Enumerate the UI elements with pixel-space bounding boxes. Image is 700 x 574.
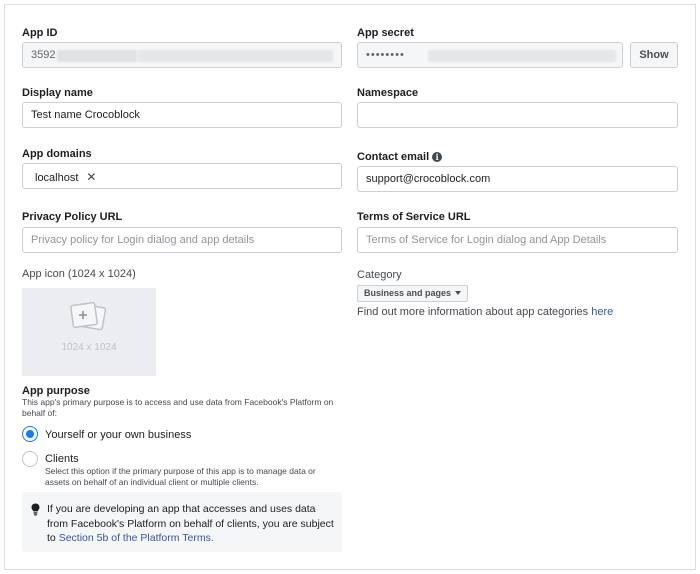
app-secret-field[interactable]: •••••••• (357, 42, 623, 68)
display-name-label: Display name (22, 87, 93, 99)
terms-of-service-input[interactable]: Terms of Service for Login dialog and Ap… (357, 227, 678, 253)
close-icon[interactable]: ✕ (86, 170, 96, 184)
app-icon-label: App icon (1024 x 1024) (22, 268, 136, 280)
radio-yourself[interactable] (22, 426, 38, 442)
image-placeholder-icon (70, 301, 107, 331)
radio-clients-description: Select this option if the primary purpos… (45, 466, 316, 487)
app-id-redacted (57, 50, 137, 62)
privacy-policy-input[interactable]: Privacy policy for Login dialog and app … (22, 227, 342, 253)
app-domains-label: App domains (22, 148, 92, 160)
domain-chip-label: localhost (35, 172, 79, 184)
namespace-label: Namespace (357, 87, 419, 99)
category-info-text: Find out more information about app cate… (357, 306, 589, 318)
platform-terms-link[interactable]: Section 5b of the Platform Terms. (59, 532, 214, 544)
app-icon-upload[interactable]: 1024 x 1024 (22, 288, 156, 376)
lightbulb-icon (31, 503, 40, 516)
terms-of-service-placeholder: Terms of Service for Login dialog and Ap… (366, 234, 607, 246)
show-secret-button[interactable]: Show (630, 42, 678, 68)
category-label: Category (357, 269, 402, 281)
namespace-input[interactable] (357, 102, 678, 128)
contact-email-label: Contact email (357, 151, 430, 163)
info-icon[interactable]: i (432, 152, 443, 162)
app-domains-input[interactable]: localhost ✕ (22, 163, 342, 189)
platform-terms-notice: If you are developing an app that access… (22, 492, 342, 552)
category-info: Find out more information about app cate… (357, 306, 613, 318)
domain-chip: localhost ✕ (29, 168, 102, 186)
app-id-redacted-bar (137, 50, 333, 62)
app-purpose-description: This app's primary purpose is to access … (22, 397, 334, 418)
category-info-link[interactable]: here (591, 306, 613, 318)
app-secret-value: •••••••• (366, 49, 405, 61)
privacy-policy-placeholder: Privacy policy for Login dialog and app … (31, 234, 255, 246)
display-name-input[interactable]: Test name Crocoblock (22, 102, 342, 128)
app-id-value: 3592 (31, 49, 56, 61)
app-purpose-label: App purpose (22, 385, 90, 397)
category-select[interactable]: Business and pages (357, 285, 469, 302)
app-id-field[interactable]: 3592 (22, 42, 342, 68)
terms-of-service-label: Terms of Service URL (357, 211, 471, 223)
contact-email-input[interactable]: support@crocoblock.com (357, 166, 678, 192)
contact-email-label-row: Contact email i (357, 151, 443, 163)
notice-text-block: If you are developing an app that access… (47, 502, 337, 546)
radio-clients[interactable] (22, 451, 38, 467)
app-secret-label: App secret (357, 27, 414, 39)
radio-yourself-label[interactable]: Yourself or your own business (45, 429, 191, 441)
chevron-down-icon (455, 291, 462, 295)
app-icon-caption: 1024 x 1024 (61, 342, 117, 353)
app-secret-redacted-bar (428, 50, 616, 62)
category-selected-value: Business and pages (364, 288, 452, 298)
radio-clients-label[interactable]: Clients (45, 453, 79, 465)
app-id-label: App ID (22, 27, 58, 39)
privacy-policy-label: Privacy Policy URL (22, 211, 123, 223)
